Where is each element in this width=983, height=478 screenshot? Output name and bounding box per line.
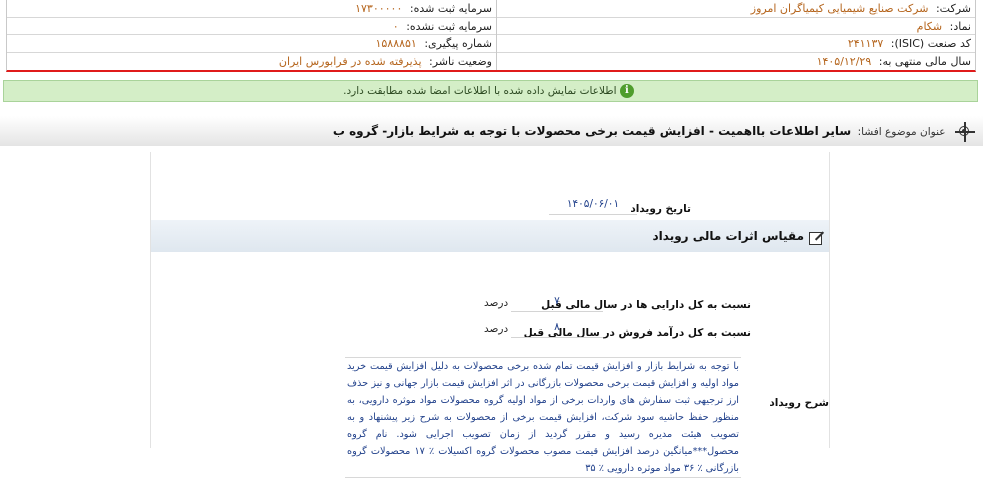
description-label: شرح رویداد <box>769 397 829 409</box>
registered-capital-label: سرمایه ثبت شده: <box>409 2 492 15</box>
edit-icon <box>808 230 825 245</box>
info-icon: i <box>619 84 634 98</box>
event-date-row: تاریخ رویداد <box>630 202 691 215</box>
fiscal-year-value: ۱۴۰۵/۱۲/۲۹ <box>816 54 872 68</box>
event-panel: تاریخ رویداد ۱۴۰۵/۰۶/۰۱ مقیاس اثرات مالی… <box>150 152 830 478</box>
subject-inner: عنوان موضوع افشا: سایر اطلاعات بااهمیت -… <box>333 116 975 146</box>
info-row-company: شرکت: شرکت صنایع شیمیایی کیمیاگران امروز <box>495 0 975 18</box>
info-column-left: سرمایه ثبت شده: ۱۷۳۰۰۰۰۰ سرمایه ثبت نشده… <box>7 0 497 70</box>
company-info-table: شرکت: شرکت صنایع شیمیایی کیمیاگران امروز… <box>6 0 976 72</box>
company-value[interactable]: شرکت صنایع شیمیایی کیمیاگران امروز <box>751 2 929 15</box>
assets-ratio-value: ۷ <box>511 295 603 312</box>
publisher-status-value: پذیرفته شده در فرابورس ایران <box>278 54 422 68</box>
tracking-number-value: ۱۵۸۸۸۵۱ <box>375 37 417 50</box>
info-column-right: شرکت: شرکت صنایع شیمیایی کیمیاگران امروز… <box>495 0 975 70</box>
unregistered-capital-label: سرمایه ثبت نشده: <box>406 19 492 33</box>
info-row-registered-capital: سرمایه ثبت شده: ۱۷۳۰۰۰۰۰ <box>7 0 496 18</box>
verification-alert: i اطلاعات نمایش داده شده با اطلاعات امضا… <box>3 80 978 102</box>
subject-label: عنوان موضوع افشا: <box>857 126 946 138</box>
symbol-value[interactable]: شکام <box>917 20 942 33</box>
description-text: با توجه به شرایط بازار و افزایش قیمت تما… <box>345 357 741 478</box>
info-row-fiscal-year: سال مالی منتهی به: ۱۴۰۵/۱۲/۲۹ <box>495 53 975 71</box>
registered-capital-value: ۱۷۳۰۰۰۰۰ <box>355 2 403 15</box>
info-row-tracking-number: شماره پیگیری: ۱۵۸۸۸۵۱ <box>7 35 496 53</box>
financial-effects-title-text: مقیاس اثرات مالی رویداد <box>652 229 804 243</box>
description-row: شرح رویداد <box>753 396 829 409</box>
symbol-label: نماد: <box>949 19 971 33</box>
info-row-unregistered-capital: سرمایه ثبت نشده: ۰ <box>7 18 496 35</box>
info-row-symbol: نماد: شکام <box>495 18 975 35</box>
alert-text: اطلاعات نمایش داده شده با اطلاعات امضا ش… <box>343 85 617 97</box>
subject-title: سایر اطلاعات بااهمیت - افزایش قیمت برخی … <box>332 124 852 138</box>
fiscal-year-label: سال مالی منتهی به: <box>878 54 971 68</box>
assets-ratio-unit: درصد <box>484 297 509 309</box>
publisher-status-label: وضعیت ناشر: <box>429 54 492 68</box>
tracking-number-label: شماره پیگیری: <box>424 37 492 50</box>
target-icon <box>955 122 975 142</box>
company-label: شرکت: <box>935 2 971 15</box>
revenue-ratio-value: ۸ <box>511 321 603 338</box>
financial-effects-title: مقیاس اثرات مالی رویداد <box>652 220 825 252</box>
subject-bar: عنوان موضوع افشا: سایر اطلاعات بااهمیت -… <box>0 116 983 146</box>
isic-value: ۲۴۱۱۳۷ <box>847 37 884 50</box>
financial-effects-section: مقیاس اثرات مالی رویداد <box>151 220 829 252</box>
isic-label: کد صنعت (ISIC): <box>890 37 971 50</box>
event-date-label: تاریخ رویداد <box>630 203 691 215</box>
revenue-ratio-unit: درصد <box>484 323 509 335</box>
info-row-isic: کد صنعت (ISIC): ۲۴۱۱۳۷ <box>495 35 975 53</box>
event-date-value: ۱۴۰۵/۰۶/۰۱ <box>549 198 637 215</box>
unregistered-capital-value: ۰ <box>392 19 399 33</box>
info-row-publisher-status: وضعیت ناشر: پذیرفته شده در فرابورس ایران <box>7 53 496 71</box>
